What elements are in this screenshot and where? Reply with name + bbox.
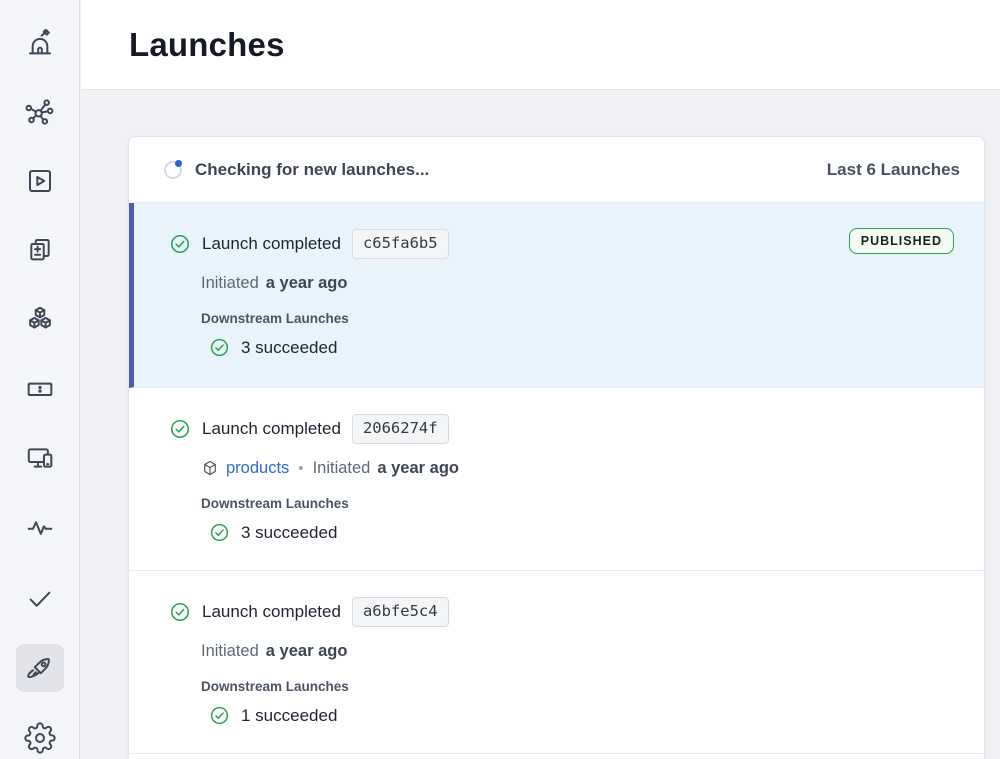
last-launches-label: Last 6 Launches — [827, 160, 960, 180]
activity-pulse-icon — [24, 512, 56, 544]
rocket-icon — [24, 652, 56, 684]
launch-row[interactable]: Launch completed 2066274f products • Ini… — [129, 388, 984, 571]
sidebar-item-checks[interactable] — [16, 574, 64, 622]
page-header: Launches — [81, 0, 1000, 90]
launches-panel: Checking for new launches... Last 6 Laun… — [128, 136, 985, 759]
sidebar-item-assets[interactable] — [16, 295, 64, 343]
launch-id-chip[interactable]: c65fa6b5 — [352, 229, 449, 258]
box-colon-icon — [24, 373, 56, 405]
published-badge: PUBLISHED — [849, 228, 954, 254]
launch-row[interactable]: Launch completed a6bfe5c4 Initiated a ye… — [129, 571, 984, 754]
observatory-icon — [24, 26, 56, 58]
sidebar-item-launches[interactable] — [16, 644, 64, 692]
sidebar — [0, 0, 80, 759]
checking-status-text: Checking for new launches... — [195, 160, 429, 180]
launch-title: Launch completed — [202, 234, 341, 254]
success-check-icon — [169, 418, 191, 440]
launch-title: Launch completed — [202, 419, 341, 439]
initiated-label: Initiated — [313, 459, 371, 478]
downstream-label: Downstream Launches — [201, 496, 956, 511]
sidebar-item-runs[interactable] — [16, 157, 64, 205]
launch-row[interactable] — [129, 754, 984, 759]
launch-id-chip[interactable]: 2066274f — [352, 414, 449, 443]
downstream-label: Downstream Launches — [201, 311, 956, 326]
page-title: Launches — [129, 26, 285, 64]
launches-panel-header: Checking for new launches... Last 6 Laun… — [129, 137, 984, 203]
asset-cube-icon — [201, 459, 219, 477]
loading-spinner-icon — [164, 161, 182, 179]
sidebar-item-console[interactable] — [16, 365, 64, 413]
sidebar-item-graph[interactable] — [16, 88, 64, 136]
launch-row[interactable]: Launch completed c65fa6b5 PUBLISHED Init… — [129, 203, 984, 388]
devices-icon — [24, 442, 56, 474]
success-check-icon — [209, 705, 230, 726]
initiated-label: Initiated — [201, 274, 259, 293]
downstream-status: 3 succeeded — [241, 523, 337, 543]
asset-link[interactable]: products — [226, 459, 289, 478]
success-check-icon — [209, 337, 230, 358]
sidebar-item-changes[interactable] — [16, 226, 64, 274]
diff-pages-icon — [24, 234, 56, 266]
launch-id-chip[interactable]: a6bfe5c4 — [352, 597, 449, 626]
sidebar-item-settings[interactable] — [16, 714, 64, 759]
downstream-status: 1 succeeded — [241, 706, 337, 726]
launch-title: Launch completed — [202, 602, 341, 622]
success-check-icon — [169, 233, 191, 255]
gear-icon — [24, 722, 56, 754]
sidebar-item-observatory[interactable] — [16, 18, 64, 66]
cubes-icon — [24, 303, 56, 335]
play-square-icon — [24, 165, 56, 197]
downstream-status: 3 succeeded — [241, 338, 337, 358]
initiated-time: a year ago — [266, 274, 348, 293]
downstream-label: Downstream Launches — [201, 679, 956, 694]
initiated-time: a year ago — [377, 459, 459, 478]
network-graph-icon — [24, 96, 56, 128]
checkmark-icon — [24, 582, 56, 614]
sidebar-item-devices[interactable] — [16, 434, 64, 482]
success-check-icon — [209, 522, 230, 543]
initiated-time: a year ago — [266, 642, 348, 661]
dot-separator: • — [296, 460, 305, 477]
initiated-label: Initiated — [201, 642, 259, 661]
sidebar-item-activity[interactable] — [16, 504, 64, 552]
success-check-icon — [169, 601, 191, 623]
